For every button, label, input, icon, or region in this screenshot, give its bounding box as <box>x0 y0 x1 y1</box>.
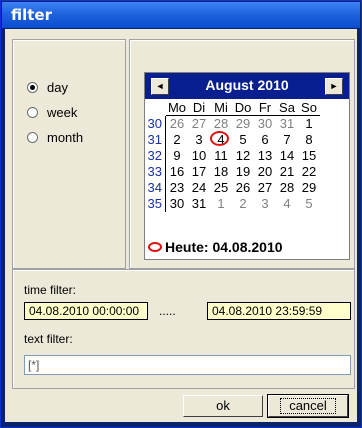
radio-button[interactable] <box>27 81 38 93</box>
today-label: Heute: 04.08.2010 <box>165 239 283 255</box>
calendar-day[interactable]: 18 <box>210 164 232 180</box>
cancel-button-label: cancel <box>280 398 336 414</box>
weekday-header: Do <box>232 100 254 116</box>
prev-month-button[interactable]: ◄ <box>151 78 169 95</box>
right-arrow-icon: ► <box>329 81 339 91</box>
next-month-button[interactable]: ► <box>325 78 343 95</box>
radio-button[interactable] <box>27 106 38 118</box>
radio-label-day: day <box>47 79 68 95</box>
dialog-body: day week month August 2010 ◄ ► Mo Di Mi … <box>5 29 357 422</box>
calendar-day[interactable]: 22 <box>298 164 320 180</box>
calendar-day[interactable]: 3 <box>188 132 210 148</box>
calendar-day[interactable]: 3 <box>254 196 276 212</box>
calendar-day[interactable]: 30 <box>254 116 276 132</box>
calendar-day[interactable]: 9 <box>166 148 188 164</box>
week-number: 35 <box>145 196 166 212</box>
time-filter-label: time filter: <box>24 283 77 297</box>
radio-label-week: week <box>47 104 78 120</box>
today-marker-icon <box>148 242 162 252</box>
calendar-day[interactable]: 12 <box>232 148 254 164</box>
calendar-day[interactable]: 4 <box>276 196 298 212</box>
radio-label-month: month <box>47 129 84 145</box>
calendar-day[interactable]: 24 <box>188 180 210 196</box>
calendar-day[interactable]: 21 <box>276 164 298 180</box>
filter-group: time filter: 04.08.2010 00:00:00 ..... 0… <box>12 269 355 389</box>
calendar-day[interactable]: 14 <box>276 148 298 164</box>
calendar-day[interactable]: 26 <box>232 180 254 196</box>
calendar-day[interactable]: 8 <box>298 132 320 148</box>
period-group: day week month <box>12 39 126 269</box>
calendar-day[interactable]: 25 <box>210 180 232 196</box>
ok-button[interactable]: ok <box>183 395 263 417</box>
weekday-header: Sa <box>276 100 298 116</box>
range-separator: ..... <box>159 304 176 318</box>
radio-button[interactable] <box>27 131 38 143</box>
week-number: 31 <box>145 132 166 148</box>
calendar-day[interactable]: 31 <box>188 196 210 212</box>
radio-week[interactable]: week <box>27 104 77 120</box>
calendar-day[interactable]: 26 <box>166 116 188 132</box>
calendar-day[interactable]: 17 <box>188 164 210 180</box>
calendar-day[interactable]: 1 <box>210 196 232 212</box>
calendar-day[interactable]: 6 <box>254 132 276 148</box>
left-arrow-icon: ◄ <box>155 81 165 91</box>
calendar-day[interactable]: 29 <box>232 116 254 132</box>
calendar-day[interactable]: 1 <box>298 116 320 132</box>
week-number: 34 <box>145 180 166 196</box>
calendar-day[interactable]: 16 <box>166 164 188 180</box>
calendar-day[interactable]: 2 <box>166 132 188 148</box>
calendar-day[interactable]: 23 <box>166 180 188 196</box>
time-from-field[interactable]: 04.08.2010 00:00:00 <box>24 302 148 320</box>
window-title: filter <box>11 6 53 24</box>
calendar-day[interactable]: 15 <box>298 148 320 164</box>
calendar-day[interactable]: 4 <box>210 131 232 148</box>
calendar-day[interactable]: 29 <box>298 180 320 196</box>
calendar-day[interactable]: 2 <box>232 196 254 212</box>
cancel-button[interactable]: cancel <box>267 394 349 418</box>
weekday-header: Mo <box>166 100 188 116</box>
month-calendar[interactable]: August 2010 ◄ ► Mo Di Mi Do Fr Sa So 30 26 27 28 29… <box>144 72 350 260</box>
radio-day[interactable]: day <box>27 79 68 95</box>
title-bar[interactable]: filter <box>2 2 360 28</box>
text-filter-label: text filter: <box>24 332 73 346</box>
text-filter-input[interactable]: [*] <box>24 355 351 375</box>
calendar-day[interactable]: 31 <box>276 116 298 132</box>
today-link[interactable]: Heute: 04.08.2010 <box>148 239 283 255</box>
radio-month[interactable]: month <box>27 129 83 145</box>
calendar-day[interactable]: 5 <box>298 196 320 212</box>
calendar-group: August 2010 ◄ ► Mo Di Mi Do Fr Sa So 30 26 27 28 29… <box>129 39 355 269</box>
weekday-header: Fr <box>254 100 276 116</box>
ok-button-label: ok <box>216 398 230 413</box>
calendar-day[interactable]: 28 <box>210 116 232 132</box>
filter-dialog: filter day week month August 2010 ◄ ► Mo… <box>0 0 362 428</box>
weekday-header: Mi <box>210 100 232 116</box>
time-to-field[interactable]: 04.08.2010 23:59:59 <box>207 302 351 320</box>
calendar-day[interactable]: 28 <box>276 180 298 196</box>
calendar-header: August 2010 ◄ ► <box>145 73 349 99</box>
weekday-header: Di <box>188 100 210 116</box>
calendar-day[interactable]: 5 <box>232 132 254 148</box>
calendar-day[interactable]: 30 <box>166 196 188 212</box>
calendar-day[interactable]: 10 <box>188 148 210 164</box>
week-number: 33 <box>145 164 166 180</box>
calendar-grid: Mo Di Mi Do Fr Sa So 30 26 27 28 29 30 31 1 31 2 3 4 5 6 7 8 32… <box>145 100 320 212</box>
calendar-month-label: August 2010 <box>205 77 289 93</box>
calendar-day[interactable]: 13 <box>254 148 276 164</box>
calendar-day[interactable]: 27 <box>188 116 210 132</box>
weekday-header-blank <box>145 100 166 116</box>
calendar-day[interactable]: 20 <box>254 164 276 180</box>
calendar-day[interactable]: 27 <box>254 180 276 196</box>
week-number: 32 <box>145 148 166 164</box>
week-number: 30 <box>145 116 166 132</box>
calendar-day[interactable]: 11 <box>210 148 232 164</box>
calendar-day[interactable]: 19 <box>232 164 254 180</box>
calendar-day[interactable]: 7 <box>276 132 298 148</box>
weekday-header: So <box>298 100 320 116</box>
